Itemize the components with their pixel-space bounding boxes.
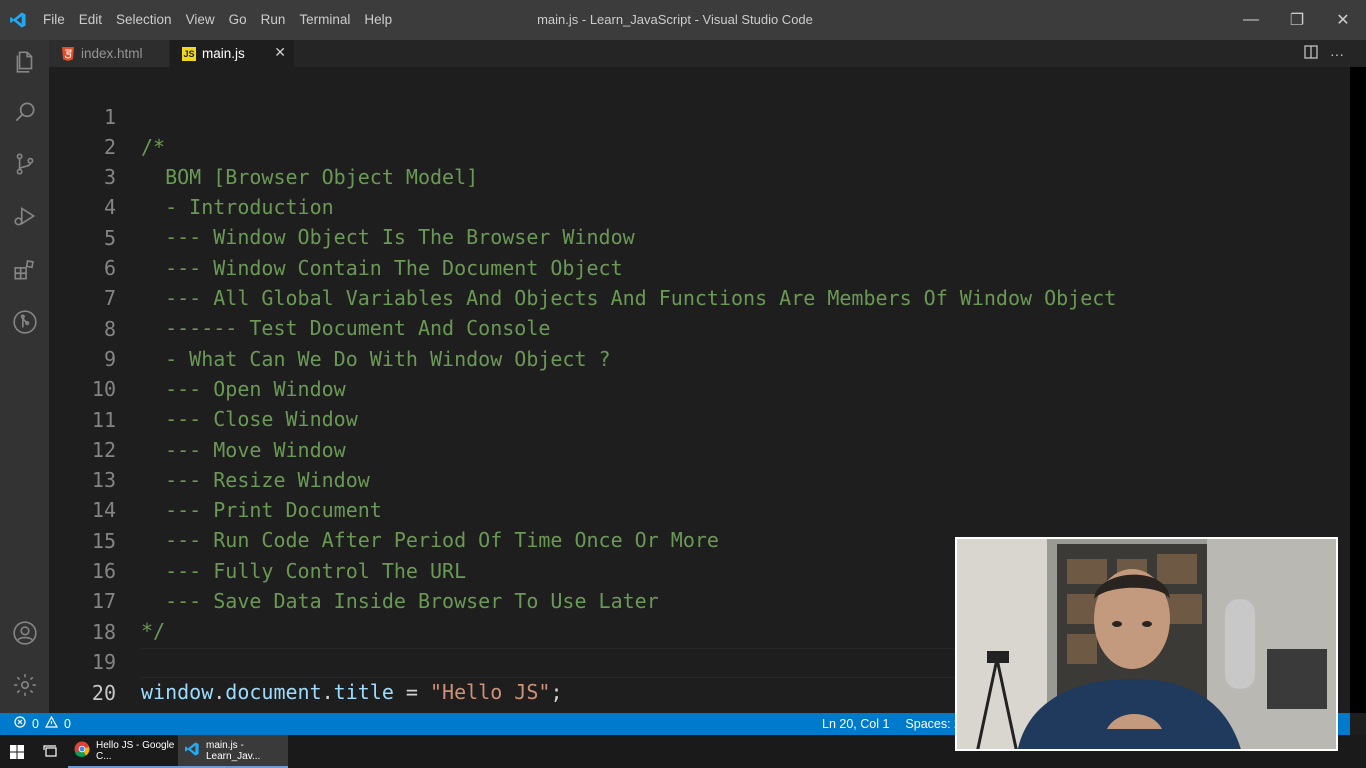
line-number: 20 — [91, 681, 116, 705]
close-tab-icon[interactable]: ✕ — [274, 44, 286, 61]
extensions-icon[interactable] — [0, 248, 49, 292]
code-line: 5 --- Window Contain The Document Object — [49, 193, 1334, 280]
code-line: 10 --- Close Window — [49, 344, 1334, 431]
code-line: 13 --- Print Document — [49, 435, 1334, 522]
menu-file[interactable]: File — [36, 0, 72, 40]
settings-gear-icon[interactable] — [0, 663, 49, 707]
presenter-video-image — [957, 539, 1336, 749]
close-window-button[interactable]: ✕ — [1320, 0, 1366, 40]
taskbar-app-label: Hello JS - Google C... — [96, 739, 175, 762]
code-line: 12 --- Resize Window — [49, 405, 1334, 492]
menu-terminal[interactable]: Terminal — [292, 0, 357, 40]
problems-indicator[interactable]: 0 0 — [14, 713, 71, 735]
code-line: 7 ------ Test Document And Console — [49, 253, 1334, 340]
webcam-overlay — [955, 537, 1338, 751]
line-text: window.document.title = "Hello JS"; — [141, 677, 562, 707]
minimize-button[interactable]: — — [1228, 0, 1274, 40]
code-line: 4 --- Window Object Is The Browser Windo… — [49, 162, 1334, 249]
token-punctuation: ; — [550, 680, 563, 704]
warning-icon — [44, 713, 58, 735]
windows-start-icon[interactable] — [0, 735, 34, 768]
code-line: 2 BOM [Browser Object Model] — [49, 102, 1334, 189]
menu-go[interactable]: Go — [222, 0, 254, 40]
editor-tabs: index.html JS main.js ✕ ··· — [49, 40, 1366, 67]
search-icon[interactable] — [0, 90, 49, 134]
tab-label: main.js — [202, 46, 245, 61]
tab-label: index.html — [81, 46, 143, 61]
token-operator: = — [393, 680, 431, 704]
js-file-icon: JS — [182, 46, 196, 61]
html-file-icon — [61, 46, 75, 61]
window-controls: — ❐ ✕ — [1228, 0, 1366, 40]
cursor-position[interactable]: Ln 20, Col 1 — [822, 713, 889, 735]
status-right-items: Ln 20, Col 1 Spaces: 2 — [822, 713, 961, 735]
menu-bar: File Edit Selection View Go Run Terminal… — [36, 0, 399, 40]
run-debug-icon[interactable] — [0, 194, 49, 238]
menu-run[interactable]: Run — [254, 0, 293, 40]
menu-view[interactable]: View — [179, 0, 222, 40]
vscode-logo-icon — [0, 0, 36, 40]
screen-edge — [1350, 67, 1366, 713]
code-line: 15 --- Fully Control The URL — [49, 496, 1334, 583]
token-punctuation: . — [213, 680, 226, 704]
vscode-icon — [184, 741, 200, 760]
code-line: 9 --- Open Window — [49, 314, 1334, 401]
menu-selection[interactable]: Selection — [109, 0, 179, 40]
token-property: title — [333, 680, 394, 704]
indentation[interactable]: Spaces: 2 — [905, 713, 961, 735]
source-control-icon[interactable] — [0, 142, 49, 186]
taskbar-app-label: main.js - Learn_Jav... — [206, 739, 261, 762]
restore-button[interactable]: ❐ — [1274, 0, 1320, 40]
token-punctuation: . — [321, 680, 334, 704]
code-line: 3 - Introduction — [49, 132, 1334, 219]
token-variable: window — [141, 680, 214, 704]
files-icon[interactable] — [0, 40, 49, 84]
git-graph-icon[interactable] — [0, 300, 49, 344]
taskbar-app-chrome[interactable]: Hello JS - Google C... — [68, 735, 178, 768]
code-line: 6 --- All Global Variables And Objects A… — [49, 223, 1334, 310]
code-line: 1 /* — [49, 72, 1334, 159]
tab-index-html[interactable]: index.html — [49, 40, 169, 67]
error-count: 0 — [32, 717, 39, 731]
editor-actions: ··· — [1304, 40, 1344, 67]
warning-count: 0 — [63, 717, 71, 731]
task-view-icon[interactable] — [34, 735, 68, 768]
activity-bar — [0, 40, 49, 713]
code-line: 11 --- Move Window — [49, 375, 1334, 462]
code-line: 14 --- Run Code After Period Of Time Onc… — [49, 465, 1334, 552]
menu-edit[interactable]: Edit — [72, 0, 109, 40]
menu-help[interactable]: Help — [357, 0, 399, 40]
token-property: document — [225, 680, 322, 704]
chrome-icon — [74, 741, 90, 760]
accounts-icon[interactable] — [0, 611, 49, 655]
title-bar: File Edit Selection View Go Run Terminal… — [0, 0, 1366, 40]
code-line: 8 - What Can We Do With Window Object ? — [49, 284, 1334, 371]
more-actions-icon[interactable]: ··· — [1330, 46, 1344, 62]
taskbar-app-vscode[interactable]: main.js - Learn_Jav... — [178, 735, 288, 768]
error-icon — [14, 713, 26, 735]
tab-main-js[interactable]: JS main.js ✕ — [170, 40, 294, 67]
split-editor-icon[interactable] — [1304, 45, 1318, 62]
token-string: "Hello JS" — [430, 680, 551, 704]
